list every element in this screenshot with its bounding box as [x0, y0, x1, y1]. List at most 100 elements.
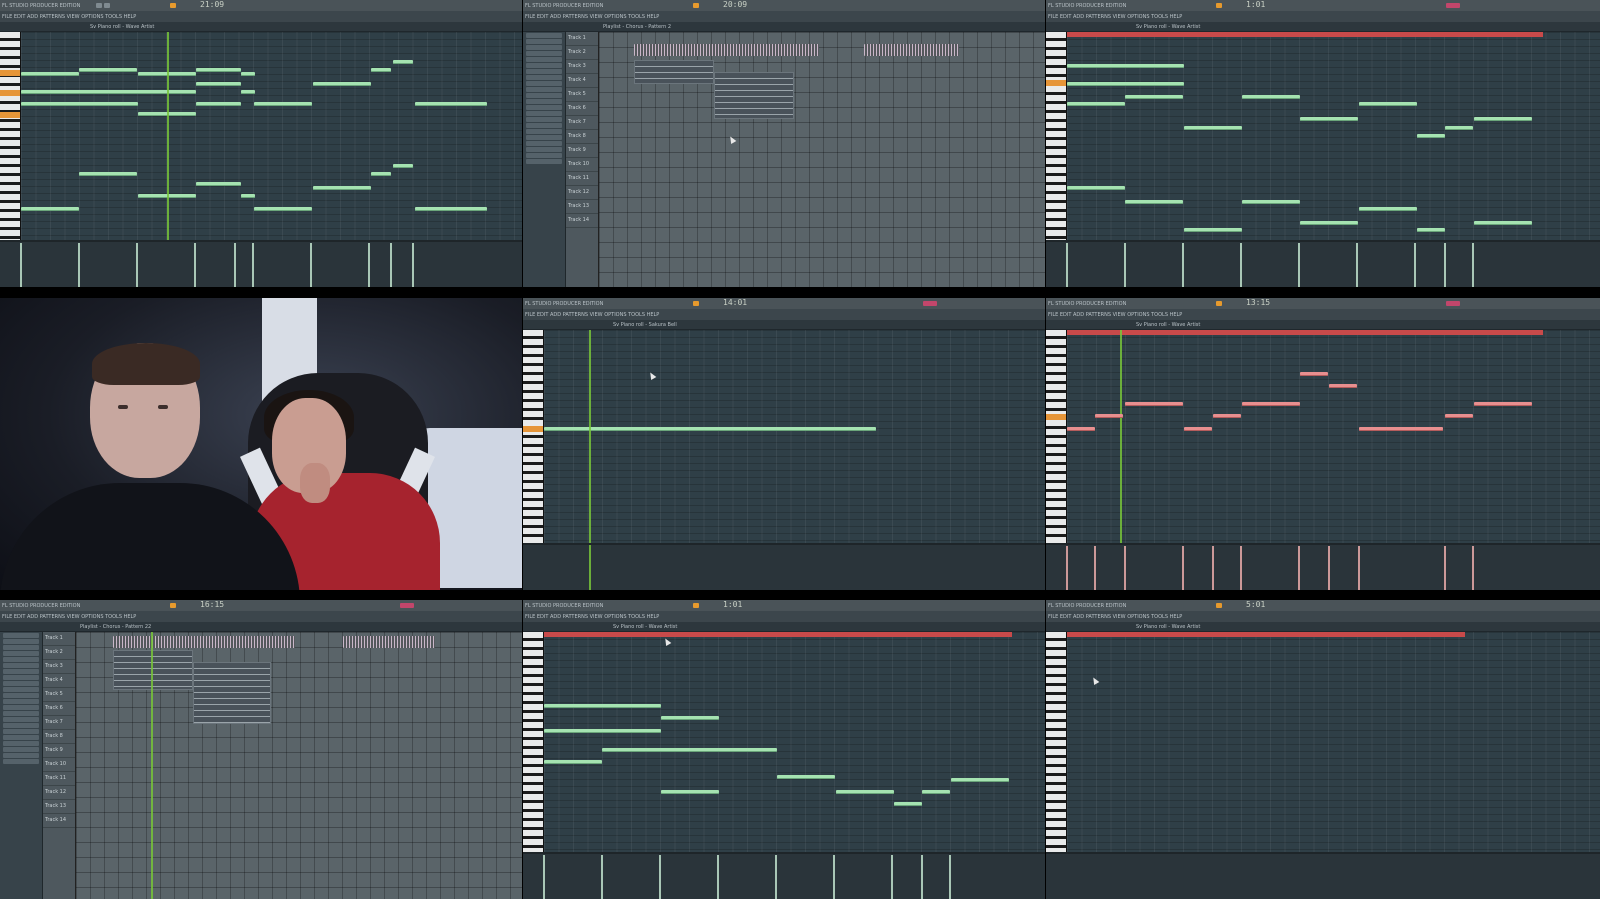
pattern-item[interactable]	[3, 681, 39, 686]
note[interactable]	[1242, 95, 1300, 99]
velocity-lane[interactable]	[1046, 852, 1600, 899]
note-grid[interactable]	[544, 632, 1045, 853]
note[interactable]	[393, 164, 413, 168]
note[interactable]	[1067, 82, 1184, 86]
note[interactable]	[1125, 95, 1183, 99]
note[interactable]	[661, 790, 719, 794]
velocity-bar[interactable]	[1124, 546, 1126, 590]
track-header[interactable]: Track 2	[566, 46, 598, 60]
note[interactable]	[1184, 228, 1242, 232]
velocity-bar[interactable]	[1298, 546, 1300, 590]
playhead[interactable]	[1120, 330, 1122, 544]
velocity-bar[interactable]	[1414, 243, 1416, 287]
note[interactable]	[1417, 134, 1445, 138]
track-header[interactable]: Track 8	[43, 730, 75, 744]
track-header[interactable]: Track 9	[566, 144, 598, 158]
velocity-lane[interactable]	[523, 543, 1045, 590]
note[interactable]	[371, 68, 391, 72]
pattern-item[interactable]	[526, 87, 562, 92]
note[interactable]	[1125, 200, 1183, 204]
velocity-bar[interactable]	[1356, 243, 1358, 287]
note[interactable]	[21, 72, 79, 76]
track-header[interactable]: Track 4	[43, 674, 75, 688]
velocity-bar[interactable]	[1328, 546, 1330, 590]
velocity-bar[interactable]	[1358, 546, 1360, 590]
track-header[interactable]: Track 4	[566, 74, 598, 88]
note[interactable]	[21, 102, 138, 106]
velocity-bar[interactable]	[234, 243, 236, 287]
note[interactable]	[196, 102, 241, 106]
note[interactable]	[544, 760, 602, 764]
pattern-item[interactable]	[3, 711, 39, 716]
note[interactable]	[1329, 384, 1357, 388]
track-header[interactable]: Track 5	[43, 688, 75, 702]
note[interactable]	[241, 72, 255, 76]
velocity-bar[interactable]	[1066, 243, 1068, 287]
menu-bar[interactable]: FILE EDIT ADD PATTERNS VIEW OPTIONS TOOL…	[525, 14, 659, 20]
track-headers[interactable]: Track 1 Track 2 Track 3 Track 4 Track 5 Track…	[43, 632, 76, 899]
track-header[interactable]: Track 3	[43, 660, 75, 674]
loop-marker[interactable]	[1067, 632, 1465, 637]
pattern-item[interactable]	[3, 753, 39, 758]
velocity-bar[interactable]	[1240, 243, 1242, 287]
velocity-bar[interactable]	[1182, 243, 1184, 287]
velocity-lane[interactable]	[1046, 240, 1600, 287]
pattern-item[interactable]	[3, 645, 39, 650]
velocity-bar[interactable]	[1094, 546, 1096, 590]
note[interactable]	[1474, 221, 1532, 225]
pattern-item[interactable]	[526, 159, 562, 164]
track-header[interactable]: Track 14	[566, 214, 598, 228]
velocity-bar[interactable]	[601, 855, 603, 899]
pattern-item[interactable]	[3, 723, 39, 728]
loop-marker[interactable]	[544, 632, 1012, 637]
note[interactable]	[1067, 427, 1095, 431]
pattern-item[interactable]	[3, 669, 39, 674]
record-icon[interactable]	[1216, 603, 1222, 608]
pattern-clip[interactable]	[193, 662, 271, 724]
velocity-bar[interactable]	[390, 243, 392, 287]
track-header[interactable]: Track 11	[566, 172, 598, 186]
pattern-item[interactable]	[526, 123, 562, 128]
note[interactable]	[241, 194, 255, 198]
menu-bar[interactable]: FILE EDIT ADD PATTERNS VIEW OPTIONS TOOL…	[1048, 14, 1182, 20]
pattern-item[interactable]	[3, 675, 39, 680]
note[interactable]	[1300, 221, 1358, 225]
record-icon[interactable]	[1216, 301, 1222, 306]
piano-keyboard[interactable]	[523, 632, 544, 853]
track-header[interactable]: Track 10	[43, 758, 75, 772]
pattern-picker[interactable]	[523, 32, 566, 287]
note[interactable]	[1300, 117, 1358, 121]
pattern-item[interactable]	[526, 129, 562, 134]
pattern-item[interactable]	[3, 729, 39, 734]
play-icon[interactable]	[96, 3, 102, 8]
piano-keyboard[interactable]	[1046, 330, 1067, 544]
pattern-item[interactable]	[3, 747, 39, 752]
note[interactable]	[254, 207, 312, 211]
velocity-bar[interactable]	[775, 855, 777, 899]
pattern-item[interactable]	[526, 39, 562, 44]
note[interactable]	[544, 729, 661, 733]
audio-clip[interactable]	[343, 636, 435, 648]
note[interactable]	[393, 60, 413, 64]
note[interactable]	[1184, 427, 1212, 431]
pattern-item[interactable]	[3, 699, 39, 704]
note[interactable]	[1445, 414, 1473, 418]
track-header[interactable]: Track 1	[43, 632, 75, 646]
track-header[interactable]: Track 13	[43, 800, 75, 814]
pattern-item[interactable]	[3, 741, 39, 746]
stop-icon[interactable]	[104, 3, 110, 8]
record-icon[interactable]	[693, 603, 699, 608]
note[interactable]	[196, 182, 241, 186]
note[interactable]	[1359, 207, 1417, 211]
menu-bar[interactable]: FILE EDIT ADD PATTERNS VIEW OPTIONS TOOL…	[2, 14, 136, 20]
pattern-item[interactable]	[3, 657, 39, 662]
velocity-bar[interactable]	[1298, 243, 1300, 287]
note[interactable]	[313, 82, 371, 86]
menu-bar[interactable]: FILE EDIT ADD PATTERNS VIEW OPTIONS TOOL…	[1048, 614, 1182, 620]
note-grid[interactable]	[1067, 632, 1600, 853]
note[interactable]	[1417, 228, 1445, 232]
velocity-bar[interactable]	[717, 855, 719, 899]
menu-bar[interactable]: FILE EDIT ADD PATTERNS VIEW OPTIONS TOOL…	[2, 614, 136, 620]
playlist-area[interactable]	[599, 32, 1045, 287]
velocity-lane[interactable]	[0, 240, 522, 287]
